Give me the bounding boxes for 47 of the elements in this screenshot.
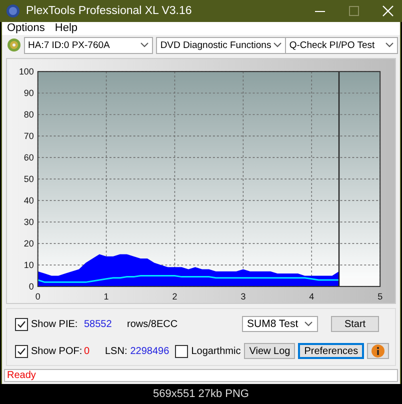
preferences-button[interactable]: Preferences <box>298 343 364 360</box>
chevron-down-icon <box>385 42 394 48</box>
lsn-value: 2298496 <box>130 346 170 357</box>
y-tick-label: 40 <box>24 195 34 206</box>
x-tick-label: 2 <box>172 291 178 302</box>
unit-label: rows/8ECC <box>127 318 179 330</box>
lsn-label: LSN: <box>105 346 128 357</box>
disc-icon <box>7 38 21 52</box>
x-tick-label: 1 <box>104 291 109 302</box>
menu-item[interactable]: Options <box>7 22 45 34</box>
logarithmic-checkbox[interactable] <box>175 344 188 358</box>
y-tick-label: 90 <box>24 88 34 98</box>
status-text: Ready <box>7 370 36 381</box>
logarithmic-label: Logarthmic <box>191 346 242 357</box>
dropdown[interactable]: DVD Diagnostic Functions <box>156 36 286 54</box>
chevron-down-icon <box>304 321 313 328</box>
show-pof-checkbox[interactable] <box>15 344 28 358</box>
x-tick-label: 0 <box>35 291 40 302</box>
y-tick-label: 30 <box>24 216 34 227</box>
info-button[interactable] <box>367 343 390 360</box>
view-log-button[interactable]: View Log <box>244 343 296 360</box>
test-dropdown[interactable]: SUM8 Test <box>242 316 318 332</box>
close-icon[interactable] <box>382 5 394 17</box>
show-pie-label: Show PIE: <box>31 318 79 330</box>
show-pof-label: Show POF: <box>31 346 81 357</box>
window-title: PlexTools Professional XL V3.16 <box>26 5 193 17</box>
x-tick-label: 3 <box>240 291 246 302</box>
y-tick-label: 60 <box>24 152 34 162</box>
y-tick-label: 70 <box>24 130 34 141</box>
chevron-down-icon <box>273 42 282 48</box>
x-tick-label: 5 <box>378 291 383 302</box>
chevron-down-icon <box>140 42 150 48</box>
pie-count: 58552 <box>84 318 113 330</box>
app-logo-icon <box>6 4 20 18</box>
y-tick-label: 100 <box>18 66 34 76</box>
dropdown[interactable]: Q-Check PI/PO Test <box>285 36 398 54</box>
menu-item[interactable]: Help <box>54 22 78 34</box>
y-tick-label: 50 <box>24 174 34 184</box>
pof-count: 0 <box>84 346 91 357</box>
y-tick-label: 10 <box>24 260 34 270</box>
start-button[interactable]: Start <box>331 316 379 332</box>
show-pie-checkbox[interactable] <box>15 318 28 331</box>
x-tick-label: 4 <box>309 291 314 302</box>
y-tick-label: 20 <box>24 238 34 248</box>
dropdown[interactable]: HA:7 ID:0 PX-760A <box>24 36 154 54</box>
y-tick-label: 80 <box>24 109 34 120</box>
y-tick-label: 0 <box>28 281 34 292</box>
